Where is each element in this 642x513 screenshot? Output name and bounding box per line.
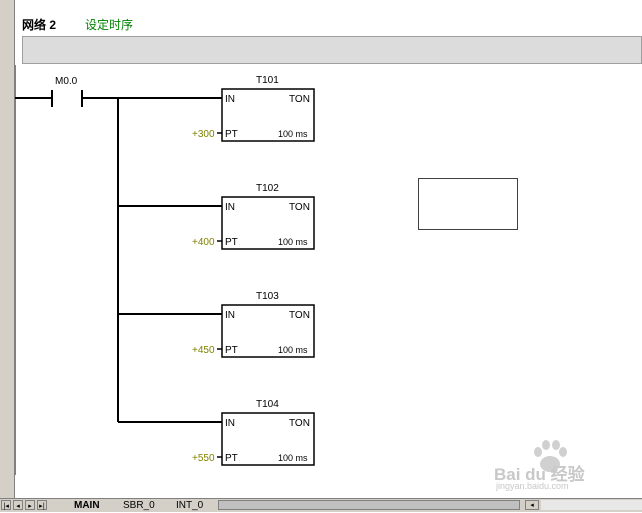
timer-pt-pin: PT	[225, 345, 238, 356]
timer-preset-value: +550	[192, 453, 215, 464]
tab-sbr-0[interactable]: SBR_0	[123, 499, 155, 512]
network-comment-field[interactable]	[22, 36, 642, 64]
timer-name: T104	[256, 399, 279, 410]
watermark-url: jingyan.baidu.com	[496, 481, 569, 491]
timer-type: TON	[289, 310, 310, 321]
timer-resolution: 100 ms	[278, 237, 308, 247]
baidu-watermark: Bai du 经验 jingyan.baidu.com	[494, 440, 612, 495]
timer-block[interactable]: T103 IN TON PT 100 ms +450	[192, 291, 315, 358]
timer-name: T102	[256, 183, 279, 194]
network-title[interactable]: 网络 2	[22, 16, 56, 33]
tab-main[interactable]: MAIN	[74, 499, 100, 512]
timer-preset-value: +450	[192, 345, 215, 356]
normally-open-contact[interactable]: M0.0	[51, 76, 83, 107]
timer-name: T101	[256, 75, 279, 86]
prev-tab-icon[interactable]: ◂	[13, 500, 23, 510]
contact-address: M0.0	[55, 76, 78, 87]
timer-resolution: 100 ms	[278, 453, 308, 463]
timer-block[interactable]: T104 IN TON PT 100 ms +550	[192, 399, 315, 466]
timer-type: TON	[289, 202, 310, 213]
first-tab-icon[interactable]: |◂	[1, 500, 11, 510]
timer-preset-value: +300	[192, 129, 215, 140]
timer-name: T103	[256, 291, 279, 302]
timer-resolution: 100 ms	[278, 129, 308, 139]
timer-pt-pin: PT	[225, 237, 238, 248]
timer-type: TON	[289, 418, 310, 429]
timer-block[interactable]: T101 IN TON PT 100 ms +300	[192, 75, 315, 142]
network-comment[interactable]: 设定时序	[85, 16, 133, 33]
tab-int-0[interactable]: INT_0	[176, 499, 203, 512]
timer-type: TON	[289, 94, 310, 105]
empty-instruction-box[interactable]	[418, 178, 518, 230]
timer-pt-pin: PT	[225, 129, 238, 140]
program-tab-strip: |◂ ◂ ▸ ▸| MAIN SBR_0 INT_0 ◂	[0, 498, 642, 512]
scroll-left-icon[interactable]: ◂	[525, 500, 539, 510]
timer-block[interactable]: T102 IN TON PT 100 ms +400	[192, 183, 315, 250]
ladder-diagram: M0.0 T101 IN TON PT 100 ms +300 T102 IN …	[15, 65, 315, 475]
timer-in-pin: IN	[225, 418, 235, 429]
timer-resolution: 100 ms	[278, 345, 308, 355]
last-tab-icon[interactable]: ▸|	[37, 500, 47, 510]
scrollbar-track-right[interactable]	[541, 500, 642, 510]
network-left-rail	[0, 0, 15, 498]
horizontal-scrollbar[interactable]	[218, 500, 520, 510]
timer-in-pin: IN	[225, 94, 235, 105]
timer-in-pin: IN	[225, 310, 235, 321]
next-tab-icon[interactable]: ▸	[25, 500, 35, 510]
timer-in-pin: IN	[225, 202, 235, 213]
timer-preset-value: +400	[192, 237, 215, 248]
timer-pt-pin: PT	[225, 453, 238, 464]
